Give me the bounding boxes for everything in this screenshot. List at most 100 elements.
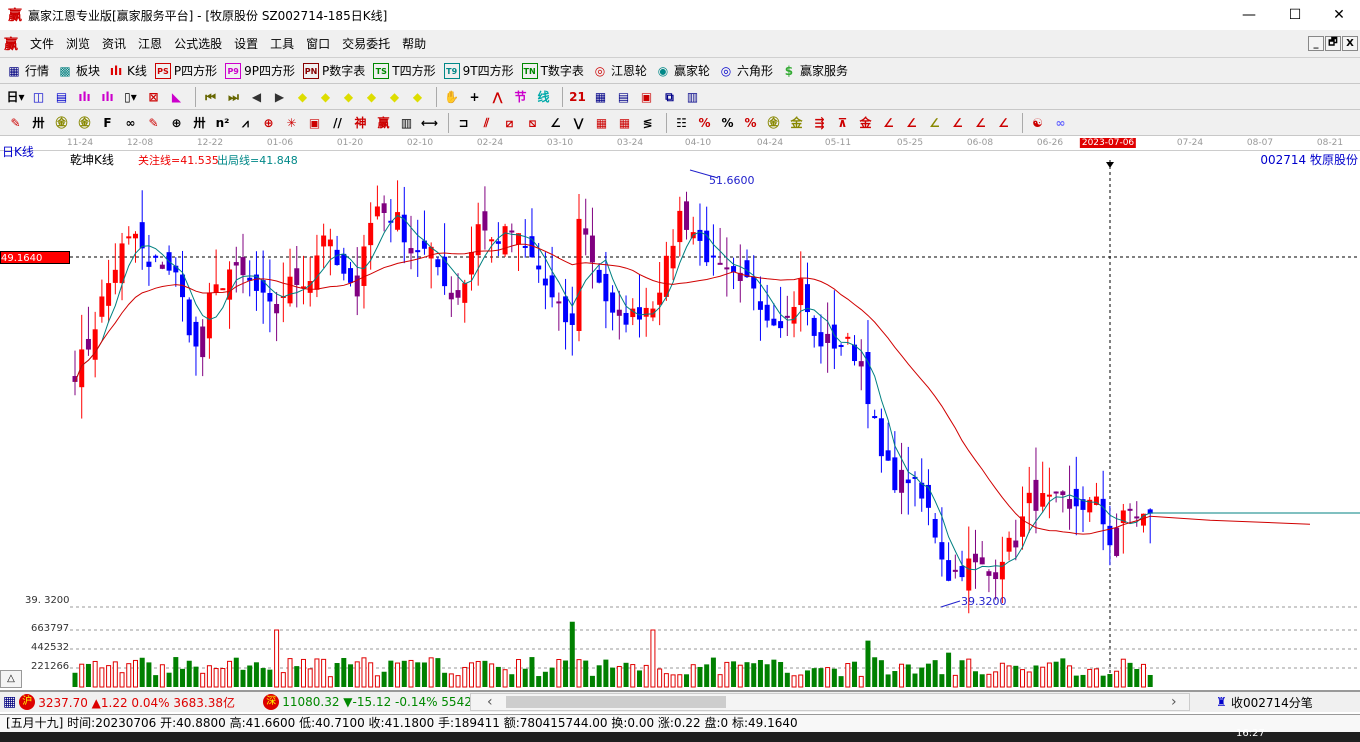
right-icon[interactable]: ▶ — [270, 88, 289, 106]
gz-icon[interactable]: ∠ — [925, 114, 944, 132]
maximize-button[interactable]: ☐ — [1272, 0, 1318, 30]
menu-item[interactable]: 浏览 — [60, 35, 96, 52]
wave-icon[interactable]: ⋁ — [569, 114, 588, 132]
zoom-icon[interactable]: ⊠ — [144, 88, 163, 106]
angle-icon[interactable]: ∠ — [546, 114, 565, 132]
star-icon[interactable]: ✳ — [282, 114, 301, 132]
pen-icon[interactable]: ✎ — [6, 114, 25, 132]
ying-icon[interactable]: 赢 — [374, 114, 393, 132]
pct1-icon[interactable]: % — [695, 114, 714, 132]
toolbar-hexagon-button[interactable]: ◎ 六角形 — [718, 62, 773, 79]
jie-icon[interactable]: 节 — [511, 88, 530, 106]
menu-item[interactable]: 设置 — [228, 35, 264, 52]
toolbar-gann-wheel-button[interactable]: ◎ 江恩轮 — [592, 62, 647, 79]
scroll-right-button[interactable]: › — [1171, 694, 1177, 710]
square-icon[interactable]: ▣ — [305, 114, 324, 132]
calculator-icon[interactable]: ▦ — [591, 88, 610, 106]
left-icon[interactable]: ◀ — [247, 88, 266, 106]
color-chart-icon[interactable]: ◣ — [167, 88, 186, 106]
toolbar-service-button[interactable]: $ 赢家服务 — [781, 62, 848, 79]
menu-item[interactable]: 工具 — [264, 35, 300, 52]
gold3-icon[interactable]: ㊎ — [764, 114, 783, 132]
terminal-icon[interactable]: ▥ — [683, 88, 702, 106]
gold1-icon[interactable]: ㊎ — [52, 114, 71, 132]
mdi-restore-button[interactable]: 🗗 — [1325, 36, 1341, 51]
scrollbar-thumb[interactable] — [506, 696, 726, 708]
lines-icon[interactable]: // — [328, 114, 347, 132]
menu-item[interactable]: 江恩 — [132, 35, 168, 52]
report-icon[interactable]: ▤ — [614, 88, 633, 106]
bars4-icon[interactable]: ⊼ — [833, 114, 852, 132]
box3-icon[interactable]: ⧅ — [523, 114, 542, 132]
arrow-icon[interactable]: ⇶ — [810, 114, 829, 132]
menu-item[interactable]: 公式选股 — [168, 35, 228, 52]
notes-icon[interactable]: ▤ — [52, 88, 71, 106]
network-icon[interactable]: ⧉ — [660, 88, 679, 106]
menu-item[interactable]: 交易委托 — [336, 35, 396, 52]
f-icon[interactable]: F — [98, 114, 117, 132]
chart-type-icon[interactable]: ◫ — [29, 88, 48, 106]
n2-icon[interactable]: n² — [213, 114, 232, 132]
gold2-icon[interactable]: ㊎ — [75, 114, 94, 132]
menu-item[interactable]: 帮助 — [396, 35, 432, 52]
gold4-icon[interactable]: 金 — [787, 114, 806, 132]
toolbar-winner-wheel-button[interactable]: ◉ 赢家轮 — [655, 62, 710, 79]
scroll-up-button[interactable]: △ — [0, 670, 22, 688]
bars9-icon[interactable]: ılı — [98, 88, 117, 106]
toolbar-9p-square-button[interactable]: P9 9P四方形 — [225, 62, 295, 79]
grid-icon[interactable]: ▥ — [397, 114, 416, 132]
h2-icon[interactable]: 卅 — [190, 114, 209, 132]
crosshair-icon[interactable]: + — [465, 88, 484, 106]
d5-icon[interactable]: ◆ — [385, 88, 404, 106]
h1-icon[interactable]: 卅 — [29, 114, 48, 132]
four-icon[interactable]: ∠ — [994, 114, 1013, 132]
grid2-icon[interactable]: ▦ — [592, 114, 611, 132]
save-icon[interactable]: ▣ — [637, 88, 656, 106]
list-icon[interactable]: ☷ — [672, 114, 691, 132]
mdi-close-button[interactable]: X — [1342, 36, 1358, 51]
shen-icon[interactable]: 神 — [351, 114, 370, 132]
menu-item[interactable]: 资讯 — [96, 35, 132, 52]
j-icon[interactable]: ∠ — [879, 114, 898, 132]
bars3-icon[interactable]: ılı — [75, 88, 94, 106]
toolbar-t-square-button[interactable]: TS T四方形 — [373, 62, 436, 79]
d3-icon[interactable]: ◆ — [339, 88, 358, 106]
d1-icon[interactable]: ◆ — [293, 88, 312, 106]
menu-item[interactable]: 文件 — [24, 35, 60, 52]
spiral-icon[interactable]: ∞ — [121, 114, 140, 132]
first-icon[interactable]: ⏮ — [201, 88, 220, 106]
candle-icon[interactable]: ▯▾ — [121, 88, 140, 106]
circle-icon[interactable]: ⊕ — [167, 114, 186, 132]
toolbar-p-table-button[interactable]: PN P数字表 — [303, 62, 365, 79]
toolbar-9t-square-button[interactable]: T9 9T四方形 — [443, 62, 514, 79]
lines2-icon[interactable]: ≶ — [638, 114, 657, 132]
yinyang-icon[interactable]: ☯ — [1028, 114, 1047, 132]
box2-icon[interactable]: ⧄ — [500, 114, 519, 132]
horizontal-scrollbar[interactable]: ‹ › — [470, 693, 1190, 711]
toolbar-sectors-button[interactable]: ▩ 板块 — [57, 62, 100, 79]
fan2-icon[interactable]: ⫽ — [477, 114, 496, 132]
pct2-icon[interactable]: % — [718, 114, 737, 132]
minimize-button[interactable]: — — [1226, 0, 1272, 30]
d2-icon[interactable]: ◆ — [316, 88, 335, 106]
box-icon[interactable]: ⊐ — [454, 114, 473, 132]
tick-data-label[interactable]: 收002714分笔 — [1231, 694, 1313, 711]
toolbar-quotes-button[interactable]: ▦ 行情 — [6, 62, 49, 79]
sz-icon[interactable]: ∠ — [948, 114, 967, 132]
last-icon[interactable]: ⏭ — [224, 88, 243, 106]
mdi-minimize-button[interactable]: _ — [1308, 36, 1324, 51]
hand-icon[interactable]: ✋ — [442, 88, 461, 106]
target-icon[interactable]: ⊕ — [259, 114, 278, 132]
d4-icon[interactable]: ◆ — [362, 88, 381, 106]
quotes-icon[interactable]: ▦ — [3, 694, 16, 710]
fz-icon[interactable]: ∠ — [902, 114, 921, 132]
d6-icon[interactable]: ◆ — [408, 88, 427, 106]
calendar-icon[interactable]: 21 — [568, 88, 587, 106]
menu-item[interactable]: 窗口 — [300, 35, 336, 52]
period-icon[interactable]: 日▾ — [6, 88, 25, 106]
shenzhen-index[interactable]: 11080.32 ▼-15.12 -0.14% 5542.38 — [282, 695, 472, 709]
toolbar-kline-button[interactable]: ılı K线 — [108, 62, 147, 79]
yz-icon[interactable]: ∠ — [971, 114, 990, 132]
pct3-icon[interactable]: % — [741, 114, 760, 132]
pen2-icon[interactable]: ✎ — [144, 114, 163, 132]
